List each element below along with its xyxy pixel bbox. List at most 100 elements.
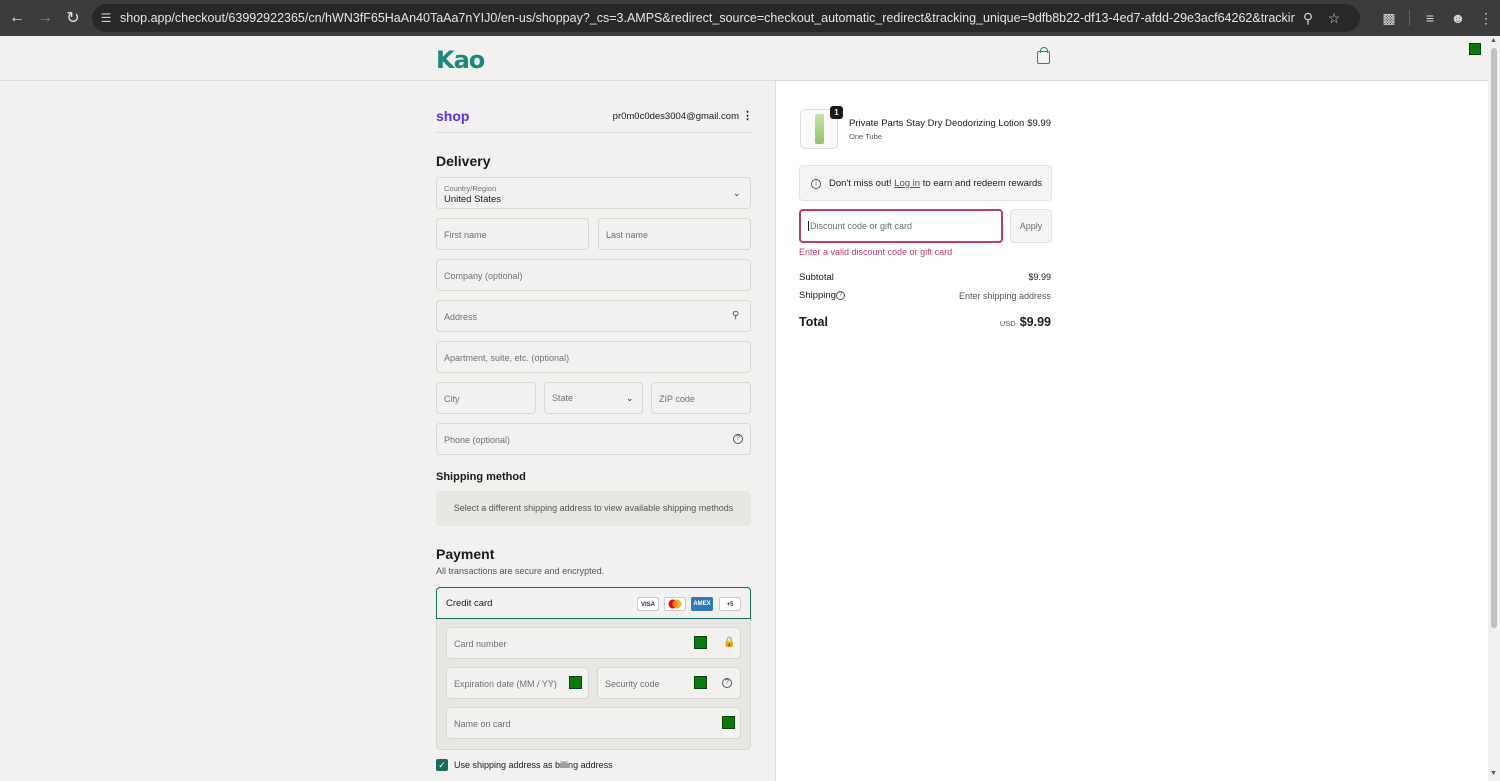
currency-code: USD	[999, 319, 1016, 328]
status-marker	[694, 676, 707, 689]
page-scrollbar[interactable]: ▲ ▼	[1488, 36, 1500, 781]
help-icon[interactable]: ?	[722, 678, 732, 688]
expiration-input[interactable]: Expiration date (MM / YY)	[446, 667, 589, 699]
zip-placeholder: ZIP code	[659, 394, 695, 404]
country-label: Country/Region	[444, 184, 497, 193]
toolbar-divider	[1409, 10, 1410, 26]
phone-placeholder: Phone (optional)	[444, 435, 511, 445]
state-placeholder: State	[552, 393, 574, 403]
rewards-prefix: Don't miss out!	[829, 178, 892, 189]
more-cards-badge: +5	[719, 597, 741, 611]
rewards-banner: i Don't miss out! Log in to earn and red…	[799, 165, 1052, 201]
card-details-panel: Card number 🔒 Expiration date (MM / YY) …	[436, 619, 751, 750]
scroll-down-icon[interactable]: ▼	[1490, 770, 1497, 777]
search-icon: ⚲	[732, 310, 740, 321]
company-input[interactable]: Company (optional)	[436, 259, 751, 291]
subtotal-value: $9.99	[1028, 272, 1051, 282]
quantity-badge: 1	[830, 106, 843, 119]
address-input[interactable]: Address ⚲	[436, 300, 751, 332]
brand-logo[interactable]: Kao	[436, 46, 485, 74]
last-name-input[interactable]: Last name	[598, 218, 751, 250]
mastercard-icon	[664, 597, 686, 611]
discount-code-input[interactable]: Discount code or gift card	[799, 209, 1003, 243]
billing-same-label[interactable]: Use shipping address as billing address	[454, 760, 613, 770]
cart-bag-icon[interactable]	[1037, 47, 1050, 64]
store-header: Kao	[0, 36, 1488, 81]
discount-error: Enter a valid discount code or gift card	[799, 247, 953, 257]
first-name-placeholder: First name	[444, 230, 487, 240]
browser-toolbar: ← → ↻ ☰ shop.app/checkout/63992922365/cn…	[0, 0, 1500, 36]
card-number-input[interactable]: Card number 🔒	[446, 627, 741, 659]
security-code-placeholder: Security code	[605, 679, 660, 689]
login-link[interactable]: Log in	[894, 178, 920, 189]
forward-icon[interactable]: →	[31, 4, 59, 32]
state-select[interactable]: State ⌄	[544, 382, 643, 414]
card-number-placeholder: Card number	[454, 639, 507, 649]
city-input[interactable]: City	[436, 382, 536, 414]
bookmark-star-icon[interactable]: ☆	[1321, 10, 1347, 27]
checkout-page: Kao shop pr0m0c0des3004@gmail.com ⋮ Deli…	[0, 36, 1488, 781]
extensions-icon[interactable]: ▩	[1375, 10, 1403, 27]
shipping-method-notice: Select a different shipping address to v…	[436, 491, 751, 526]
account-menu-icon[interactable]: ⋮	[742, 109, 753, 122]
delivery-heading: Delivery	[436, 153, 491, 169]
name-on-card-placeholder: Name on card	[454, 719, 511, 729]
profile-icon[interactable]: ☻	[1444, 10, 1472, 26]
visa-icon: VISA	[637, 597, 659, 611]
company-placeholder: Company (optional)	[444, 271, 523, 281]
zip-input[interactable]: ZIP code	[651, 382, 751, 414]
billing-same-checkbox[interactable]: ✓	[436, 759, 448, 771]
subtotal-label: Subtotal	[799, 272, 834, 283]
info-icon: i	[811, 179, 821, 189]
country-select[interactable]: Country/Region United States ⌄	[436, 177, 751, 209]
help-icon[interactable]: ?	[733, 434, 743, 444]
shipping-label: Shipping	[799, 290, 836, 301]
discount-placeholder: Discount code or gift card	[808, 221, 913, 231]
zoom-icon[interactable]: ⚲	[1295, 10, 1321, 27]
media-icon[interactable]: ≡	[1416, 10, 1444, 26]
total-label: Total	[799, 315, 828, 329]
product-image	[815, 114, 824, 144]
status-marker	[1469, 43, 1481, 55]
account-email: pr0m0c0des3004@gmail.com	[612, 111, 739, 122]
payment-heading: Payment	[436, 546, 495, 562]
back-icon[interactable]: ←	[3, 4, 31, 32]
first-name-input[interactable]: First name	[436, 218, 589, 250]
last-name-placeholder: Last name	[606, 230, 649, 240]
status-marker	[569, 676, 582, 689]
scrollbar-thumb[interactable]	[1491, 48, 1497, 628]
chevron-down-icon: ⌄	[733, 188, 741, 198]
phone-input[interactable]: Phone (optional) ?	[436, 423, 751, 455]
security-code-input[interactable]: Security code ?	[597, 667, 741, 699]
status-marker	[694, 636, 707, 649]
status-marker	[722, 716, 735, 729]
shop-logo: shop	[436, 108, 470, 124]
order-summary-panel	[775, 36, 1488, 781]
apply-button[interactable]: Apply	[1010, 209, 1052, 243]
shipping-method-heading: Shipping method	[436, 471, 526, 483]
product-variant: One Tube	[849, 132, 882, 141]
city-placeholder: City	[444, 394, 460, 404]
reload-icon[interactable]: ↻	[59, 4, 87, 32]
product-name: Private Parts Stay Dry Deodorizing Lotio…	[849, 118, 1025, 129]
menu-icon[interactable]: ⋮	[1472, 10, 1500, 27]
amex-icon: AMEX	[691, 597, 713, 611]
url-text[interactable]: shop.app/checkout/63992922365/cn/hWN3fF6…	[120, 11, 1295, 25]
expiration-placeholder: Expiration date (MM / YY)	[454, 679, 557, 689]
address-placeholder: Address	[444, 312, 478, 322]
credit-card-option[interactable]: Credit card VISA AMEX +5	[436, 587, 751, 619]
divider	[436, 132, 751, 133]
rewards-text: Don't miss out! Log in to earn and redee…	[829, 178, 1042, 189]
help-icon[interactable]: ?	[836, 291, 845, 300]
credit-card-label: Credit card	[446, 598, 493, 609]
site-info-icon[interactable]: ☰	[92, 11, 120, 25]
address-bar[interactable]: ☰ shop.app/checkout/63992922365/cn/hWN3f…	[92, 4, 1360, 32]
total-value: $9.99	[1019, 315, 1051, 329]
chevron-down-icon: ⌄	[626, 393, 634, 403]
country-value: United States	[444, 194, 502, 205]
total-amount: USD $9.99	[900, 315, 1051, 329]
apartment-input[interactable]: Apartment, suite, etc. (optional)	[436, 341, 751, 373]
name-on-card-input[interactable]: Name on card	[446, 707, 741, 739]
lock-icon: 🔒	[723, 637, 736, 648]
scroll-up-icon[interactable]: ▲	[1490, 37, 1497, 44]
